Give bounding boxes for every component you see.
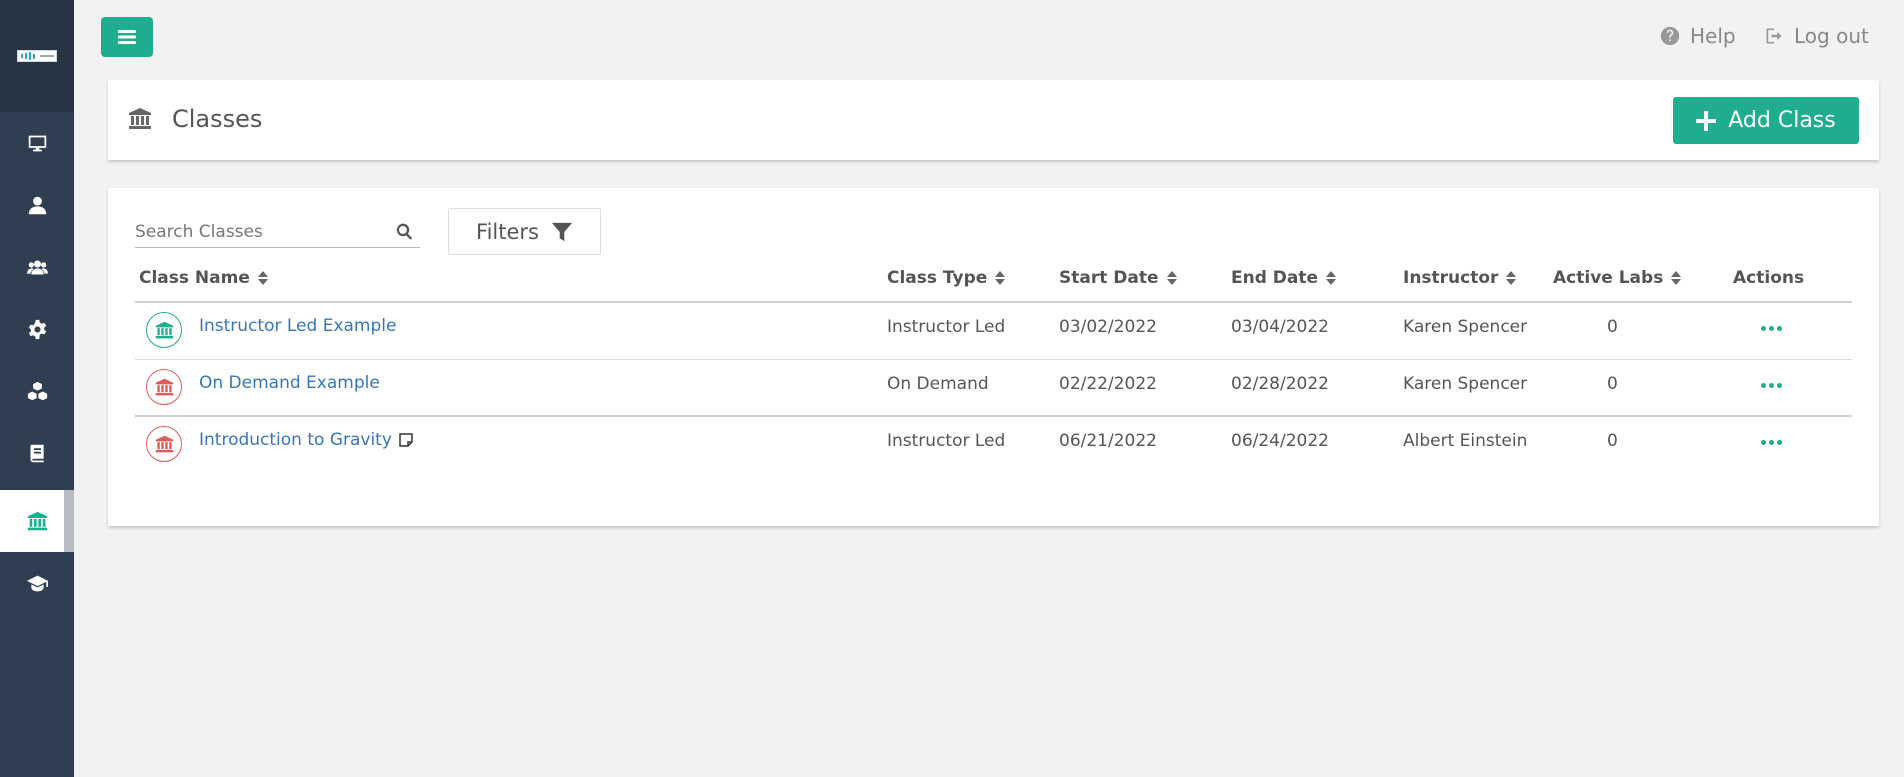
column-label: Start Date: [1059, 268, 1159, 288]
actions-menu-icon[interactable]: [1761, 383, 1782, 388]
class-type-cell: On Demand: [887, 374, 989, 394]
sticky-note-icon[interactable]: [398, 432, 414, 448]
sort-icon: [1506, 271, 1517, 285]
actions-menu-icon[interactable]: [1761, 440, 1782, 445]
active-labs-cell: 0: [1607, 431, 1618, 451]
sidebar-item-labs[interactable]: [0, 360, 74, 422]
institution-icon: [129, 108, 151, 129]
active-labs-cell: 0: [1607, 317, 1618, 337]
end-date-cell: 03/04/2022: [1231, 317, 1329, 337]
gear-icon: [28, 319, 46, 339]
sidebar-item-courses[interactable]: [0, 422, 74, 484]
class-name-link[interactable]: Instructor Led Example: [199, 316, 396, 336]
class-status-icon: [146, 426, 182, 462]
classes-table-card: Search Classes Filters Class Name Class …: [108, 188, 1879, 526]
monitor-icon: [28, 135, 46, 151]
question-circle-icon: [1660, 26, 1680, 46]
column-header-end-date[interactable]: End Date: [1231, 268, 1337, 288]
add-class-label: Add Class: [1728, 108, 1836, 133]
sort-icon: [1671, 271, 1682, 285]
add-class-button[interactable]: Add Class: [1673, 97, 1859, 144]
sign-out-icon: [1766, 28, 1782, 44]
class-status-icon: [146, 312, 182, 348]
column-label: Active Labs: [1553, 268, 1664, 288]
class-type-cell: Instructor Led: [887, 317, 1006, 337]
search-icon[interactable]: [395, 222, 414, 241]
graduation-cap-icon: [26, 575, 48, 591]
sidebar-item-users[interactable]: [0, 236, 74, 298]
instructor-cell: Karen Spencer: [1403, 374, 1528, 394]
filters-button[interactable]: Filters: [448, 208, 601, 255]
logout-link[interactable]: Log out: [1764, 24, 1869, 48]
column-header-class-type[interactable]: Class Type: [887, 268, 1006, 288]
active-labs-cell: 0: [1607, 374, 1618, 394]
actions-menu-icon[interactable]: [1761, 326, 1782, 331]
user-icon: [28, 196, 46, 214]
menu-toggle-button[interactable]: [101, 17, 153, 57]
column-header-start-date[interactable]: Start Date: [1059, 268, 1177, 288]
instructor-cell: Karen Spencer: [1403, 317, 1528, 337]
cubes-icon: [27, 381, 47, 400]
start-date-cell: 02/22/2022: [1059, 374, 1157, 394]
column-header-class-name[interactable]: Class Name: [139, 268, 268, 288]
brand-logo[interactable]: [17, 50, 57, 62]
column-label: End Date: [1231, 268, 1319, 288]
logo-area: [0, 0, 74, 112]
class-type-cell: Instructor Led: [887, 431, 1006, 451]
column-header-actions: Actions: [1733, 268, 1804, 288]
row-divider: [135, 359, 1852, 360]
hamburger-icon: [118, 30, 136, 44]
sort-icon: [995, 271, 1006, 285]
institution-icon: [155, 435, 173, 452]
class-name: Introduction to Gravity: [199, 430, 392, 450]
search-input[interactable]: Search Classes: [135, 216, 420, 248]
class-name-link[interactable]: Introduction to Gravity: [199, 430, 414, 450]
sort-icon: [257, 271, 268, 285]
row-divider: [135, 415, 1852, 417]
sort-icon: [1166, 271, 1177, 285]
sidebar-item-user[interactable]: [0, 174, 74, 236]
column-label: Instructor: [1403, 268, 1499, 288]
column-label: Actions: [1733, 268, 1805, 288]
column-label: Class Name: [139, 268, 250, 288]
sidebar-item-classes[interactable]: [0, 490, 74, 552]
start-date-cell: 03/02/2022: [1059, 317, 1157, 337]
filter-icon: [551, 222, 573, 241]
class-name: On Demand Example: [199, 373, 380, 393]
sidebar-item-education[interactable]: [0, 552, 74, 614]
institution-icon: [27, 511, 47, 530]
sidebar-item-dashboard[interactable]: [0, 112, 74, 174]
start-date-cell: 06/21/2022: [1059, 431, 1157, 451]
sidebar-item-settings[interactable]: [0, 298, 74, 360]
search-placeholder: Search Classes: [135, 221, 263, 242]
help-link[interactable]: Help: [1660, 24, 1736, 48]
column-label: Class Type: [887, 268, 988, 288]
help-label: Help: [1690, 24, 1736, 48]
end-date-cell: 06/24/2022: [1231, 431, 1329, 451]
sort-icon: [1326, 271, 1337, 285]
institution-icon: [155, 378, 173, 395]
end-date-cell: 02/28/2022: [1231, 374, 1329, 394]
logout-label: Log out: [1794, 24, 1869, 48]
institution-icon: [155, 321, 173, 338]
book-icon: [29, 444, 44, 462]
plus-icon: [1696, 110, 1717, 131]
column-header-instructor[interactable]: Instructor: [1403, 268, 1517, 288]
instructor-cell: Albert Einstein: [1403, 431, 1528, 451]
users-icon: [26, 260, 48, 274]
filters-label: Filters: [476, 219, 539, 244]
header-divider: [135, 301, 1852, 303]
class-status-icon: [146, 369, 182, 405]
class-name-link[interactable]: On Demand Example: [199, 373, 380, 393]
sidebar: [0, 0, 74, 777]
page-title: Classes: [172, 105, 263, 133]
column-header-active-labs[interactable]: Active Labs: [1553, 268, 1682, 288]
class-name: Instructor Led Example: [199, 316, 397, 336]
page-header: Classes Add Class: [108, 80, 1879, 160]
